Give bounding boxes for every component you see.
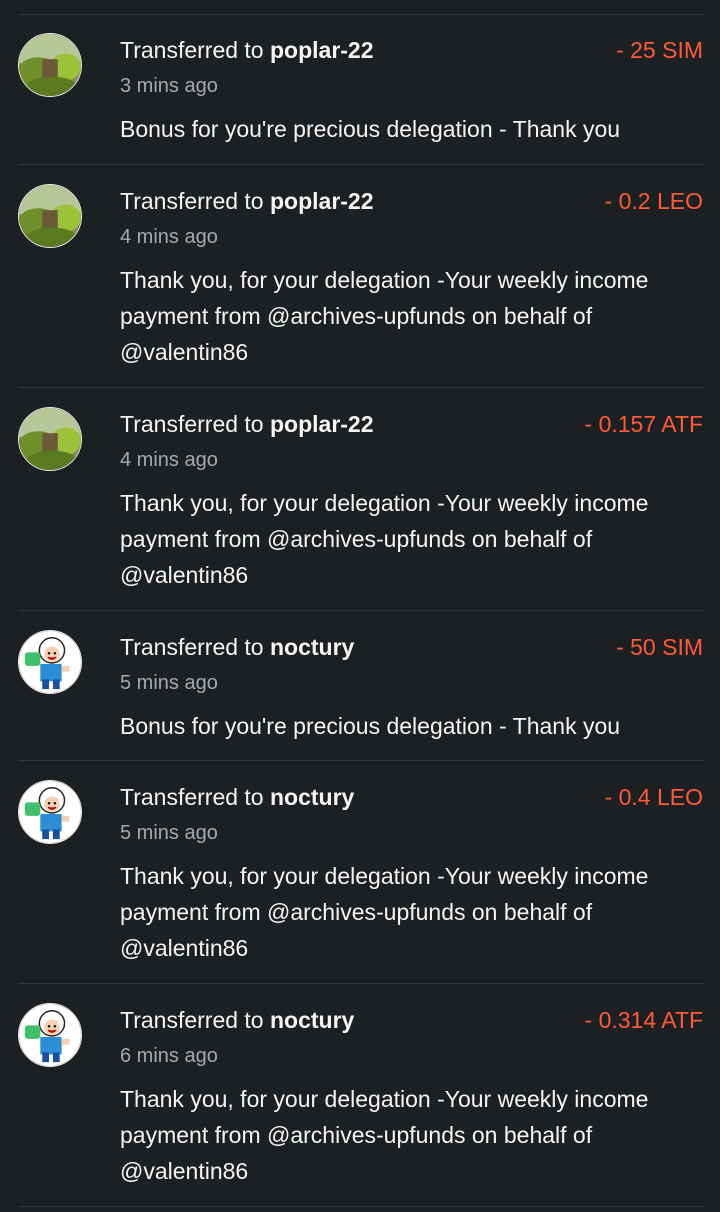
divider [18, 164, 704, 165]
divider [18, 14, 704, 15]
transfer-prefix: Transferred to [120, 188, 270, 214]
timestamp: 3 mins ago [120, 75, 218, 97]
memo-text: Bonus for you're precious delegation - T… [120, 713, 621, 739]
memo-text: Thank you, for your delegation -Your wee… [120, 490, 649, 588]
transfer-title: Transferred to noctury [120, 782, 354, 812]
transfer-prefix: Transferred to [120, 411, 270, 437]
transfer-title: Transferred to poplar-22 [120, 186, 374, 216]
divider [18, 760, 704, 761]
landscape-avatar-icon[interactable] [18, 407, 82, 471]
memo-text: Bonus for you're precious delegation - T… [120, 116, 621, 142]
timestamp: 5 mins ago [120, 822, 218, 844]
transfer-amount: - 50 SIM [616, 634, 703, 660]
recipient-link[interactable]: poplar-22 [270, 188, 374, 214]
recipient-link[interactable]: noctury [270, 784, 354, 810]
transfer-prefix: Transferred to [120, 634, 270, 660]
memo-text: Thank you, for your delegation -Your wee… [120, 267, 649, 365]
recipient-link[interactable]: noctury [270, 634, 354, 660]
recipient-link[interactable]: poplar-22 [270, 411, 374, 437]
transfer-title: Transferred to noctury [120, 632, 354, 662]
memo-text: Thank you, for your delegation -Your wee… [120, 863, 649, 961]
cartoon-avatar-icon[interactable] [18, 1003, 82, 1067]
timestamp: 4 mins ago [120, 449, 218, 471]
divider [18, 610, 704, 611]
transfer-amount: - 0.157 ATF [584, 411, 703, 437]
timestamp: 6 mins ago [120, 1045, 218, 1067]
transfer-amount: - 0.2 LEO [604, 188, 703, 214]
memo-text: Thank you, for your delegation -Your wee… [120, 1086, 649, 1184]
recipient-link[interactable]: noctury [270, 1007, 354, 1033]
transfer-amount: - 0.4 LEO [604, 784, 703, 810]
transfer-prefix: Transferred to [120, 37, 270, 63]
divider [18, 1206, 704, 1207]
transfer-title: Transferred to noctury [120, 1005, 354, 1035]
cartoon-avatar-icon[interactable] [18, 780, 82, 844]
transfer-amount: - 0.314 ATF [584, 1007, 703, 1033]
landscape-avatar-icon[interactable] [18, 184, 82, 248]
transfer-title: Transferred to poplar-22 [120, 35, 374, 65]
transfer-title: Transferred to poplar-22 [120, 409, 374, 439]
transfer-prefix: Transferred to [120, 1007, 270, 1033]
transfer-amount: - 25 SIM [616, 37, 703, 63]
divider [18, 983, 704, 984]
transfer-prefix: Transferred to [120, 784, 270, 810]
timestamp: 5 mins ago [120, 672, 218, 694]
timestamp: 4 mins ago [120, 226, 218, 248]
divider [18, 387, 704, 388]
recipient-link[interactable]: poplar-22 [270, 37, 374, 63]
landscape-avatar-icon[interactable] [18, 33, 82, 97]
cartoon-avatar-icon[interactable] [18, 630, 82, 694]
